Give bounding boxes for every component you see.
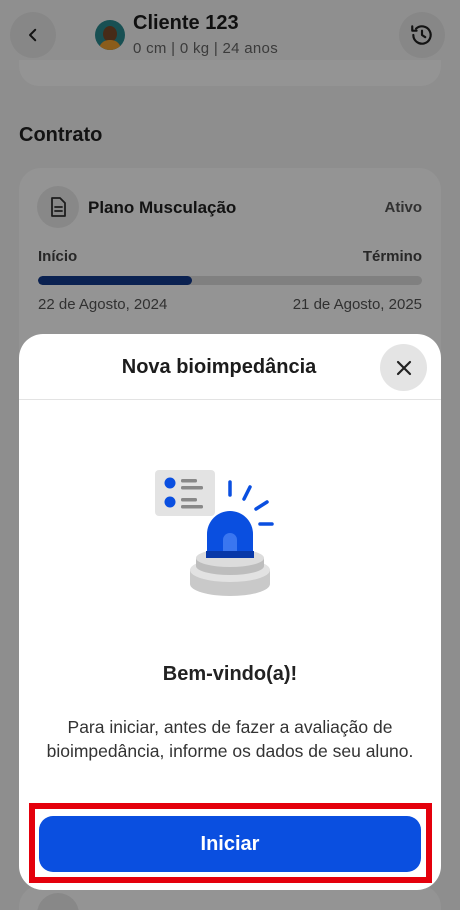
start-button[interactable]: Iniciar — [39, 816, 421, 872]
modal-description: Para iniciar, antes de fazer a avaliação… — [46, 717, 414, 761]
welcome-heading: Bem-vindo(a)! — [162, 663, 298, 685]
siren-alert-icon — [155, 470, 274, 596]
close-button[interactable] — [380, 344, 427, 391]
modal-title: Nova bioimpedância — [121, 356, 317, 378]
close-icon — [396, 360, 411, 375]
bioimpedance-modal: Nova bioimpedância Bem-vindo(a)! Para in… — [19, 334, 441, 890]
modal-divider — [19, 399, 441, 400]
